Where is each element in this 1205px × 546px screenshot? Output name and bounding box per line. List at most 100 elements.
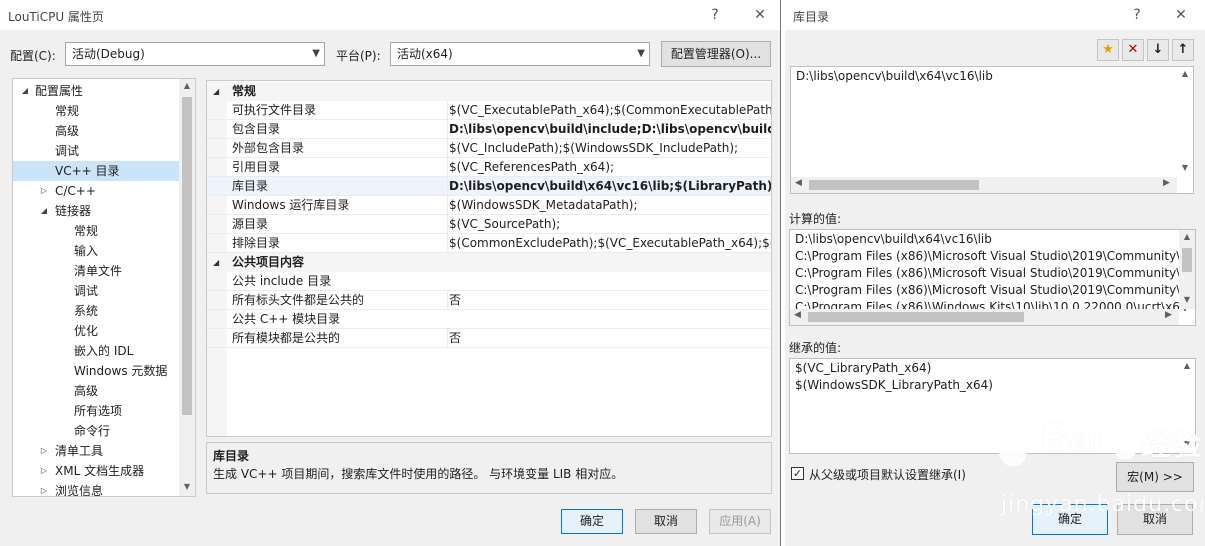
tree-scroll-thumb[interactable] <box>182 97 192 415</box>
new-folder-icon[interactable]: ★ <box>1097 39 1119 61</box>
grid-row-value[interactable]: $(VC_ReferencesPath_x64); <box>447 158 771 177</box>
chevron-right-icon[interactable]: ▶ <box>1163 178 1170 188</box>
tree-item[interactable]: ▷ XML 文档生成器 <box>13 461 179 481</box>
chevron-left-icon[interactable]: ◀ <box>795 178 802 188</box>
chevron-right-icon[interactable]: ▶ <box>1165 310 1172 320</box>
close-icon[interactable]: ✕ <box>748 5 772 25</box>
grid-row-value[interactable]: $(WindowsSDK_MetadataPath); <box>447 196 771 215</box>
entries-hscroll-thumb[interactable] <box>809 180 979 190</box>
grid-row[interactable]: 排除目录 $(CommonExcludePath);$(VC_Executable… <box>207 234 771 253</box>
tree-linker-item[interactable]: 系统 <box>13 301 179 321</box>
property-grid: ◢ 常规 可执行文件目录 $(VC_ExecutablePath_x64);$(Com… <box>206 80 772 437</box>
apply-button[interactable]: 应用(A) <box>709 509 771 534</box>
grid-row[interactable]: 包含目录 D:\libs\opencv\build\include;D:\libs… <box>207 120 771 139</box>
tree-scrollbar[interactable]: ▲ ▼ <box>179 79 195 496</box>
grid-row[interactable]: 所有标头文件都是公共的 否 <box>207 291 771 310</box>
tree-linker-item[interactable]: 优化 <box>13 321 179 341</box>
chevron-down-icon[interactable]: ▼ <box>1177 163 1193 172</box>
tree-linker-item[interactable]: 调试 <box>13 281 179 301</box>
grid-row-value[interactable]: D:\libs\opencv\build\x64\vc16\lib;$(Libr… <box>447 177 771 196</box>
collapse-arrow-icon[interactable]: ◢ <box>213 82 219 101</box>
tree-item-label: VC++ 目录 <box>55 164 120 178</box>
grid-row[interactable]: 公共 include 目录 <box>207 272 771 291</box>
tree-item-label: 清单工具 <box>55 444 104 458</box>
delete-icon[interactable]: ✕ <box>1122 39 1144 61</box>
tree-item[interactable]: 高级 <box>13 121 179 141</box>
grid-row-value[interactable]: 否 <box>447 329 771 348</box>
cancel-button[interactable]: 取消 <box>635 509 697 534</box>
grid-row-value[interactable]: $(VC_ExecutablePath_x64);$(CommonExecuta… <box>447 101 771 120</box>
config-select[interactable]: 活动(Debug) ▼ <box>65 42 325 66</box>
grid-row-name: Windows 运行库目录 <box>232 198 350 212</box>
help-icon[interactable]: ? <box>703 5 727 25</box>
tree-item[interactable]: ▷ 浏览信息 <box>13 481 179 496</box>
grid-row[interactable]: 引用目录 $(VC_ReferencesPath_x64); <box>207 158 771 177</box>
tree-item[interactable]: 调试 <box>13 141 179 161</box>
inherit-checkbox[interactable]: ✓ <box>791 467 804 480</box>
ok-button[interactable]: 确定 <box>561 509 623 534</box>
grid-row-value[interactable]: D:\libs\opencv\build\include;D:\libs\ope… <box>447 120 771 139</box>
move-down-icon[interactable]: ↓ <box>1147 39 1169 61</box>
grid-row[interactable]: 源目录 $(VC_SourcePath); <box>207 215 771 234</box>
expand-arrow-icon[interactable]: ▷ <box>38 441 50 461</box>
tree-item[interactable]: ▷ C/C++ <box>13 181 179 201</box>
chevron-up-icon[interactable]: ▲ <box>1179 361 1195 370</box>
grid-row[interactable]: 可执行文件目录 $(VC_ExecutablePath_x64);$(Common… <box>207 101 771 120</box>
grid-row[interactable]: 所有模块都是公共的 否 <box>207 329 771 348</box>
close-icon[interactable]: ✕ <box>1169 5 1193 25</box>
chevron-up-icon[interactable]: ▲ <box>179 81 195 90</box>
computed-hscroll-thumb[interactable] <box>808 312 1024 322</box>
grid-row[interactable]: 公共 C++ 模块目录 <box>207 310 771 329</box>
expand-arrow-icon[interactable]: ▷ <box>38 461 50 481</box>
tree-linker-item[interactable]: 所有选项 <box>13 401 179 421</box>
entries-hscroll[interactable]: ◀ ▶ <box>791 177 1177 193</box>
move-up-icon[interactable]: ↑ <box>1172 39 1194 61</box>
tree-linker-item[interactable]: Windows 元数据 <box>13 361 179 381</box>
chevron-up-icon[interactable]: ▲ <box>1179 232 1195 241</box>
tree-linker-item[interactable]: 高级 <box>13 381 179 401</box>
chevron-down-icon[interactable]: ▼ <box>1179 295 1195 304</box>
platform-select[interactable]: 活动(x64) ▼ <box>390 42 650 66</box>
expand-arrow-icon[interactable]: ▷ <box>38 181 50 201</box>
tree-item-label: 所有选项 <box>74 404 123 418</box>
platform-select-value: 活动(x64) <box>397 47 453 61</box>
tree-item-label: XML 文档生成器 <box>55 464 145 478</box>
grid-row[interactable]: 外部包含目录 $(VC_IncludePath);$(WindowsSDK_Inc… <box>207 139 771 158</box>
collapse-arrow-icon[interactable]: ◢ <box>38 201 50 221</box>
entries-box[interactable]: D:\libs\opencv\build\x64\vc16\lib ▲ ▼ ◀ … <box>790 66 1194 194</box>
tree-linker-item[interactable]: 输入 <box>13 241 179 261</box>
grid-row-value[interactable]: $(CommonExcludePath);$(VC_ExecutablePath… <box>447 234 771 253</box>
grid-category[interactable]: ◢ 公共项目内容 <box>207 253 771 272</box>
computed-vscroll-thumb[interactable] <box>1182 248 1192 272</box>
tree-item[interactable]: ◢ 链接器 <box>13 201 179 221</box>
tree-linker-item[interactable]: 清单文件 <box>13 261 179 281</box>
expand-arrow-icon[interactable]: ▷ <box>38 481 50 496</box>
entries-vscroll[interactable]: ▲ ▼ <box>1177 67 1193 177</box>
computed-hscroll[interactable]: ◀ ▶ <box>790 309 1179 325</box>
grid-category[interactable]: ◢ 常规 <box>207 82 771 101</box>
collapse-arrow-icon[interactable]: ◢ <box>213 253 219 272</box>
grid-row-name: 源目录 <box>232 217 269 231</box>
tree-item[interactable]: ▷ 清单工具 <box>13 441 179 461</box>
lib-titlebar: 库目录 ? ✕ <box>785 0 1205 30</box>
chevron-down-icon[interactable]: ▼ <box>179 482 195 491</box>
grid-row-value[interactable]: 否 <box>447 291 771 310</box>
config-manager-button[interactable]: 配置管理器(O)... <box>661 41 771 67</box>
tree-root[interactable]: ◢ 配置属性 <box>13 81 179 101</box>
tree-linker-item[interactable]: 命令行 <box>13 421 179 441</box>
chevron-left-icon[interactable]: ◀ <box>794 310 801 320</box>
tree-item[interactable]: VC++ 目录 <box>13 161 179 181</box>
grid-row-value[interactable]: $(VC_IncludePath);$(WindowsSDK_IncludePa… <box>447 139 771 158</box>
grid-row[interactable]: 库目录 D:\libs\opencv\build\x64\vc16\lib;$(L… <box>207 177 771 196</box>
help-icon[interactable]: ? <box>1125 5 1149 25</box>
grid-row-value[interactable]: $(VC_SourcePath); <box>447 215 771 234</box>
grid-row[interactable]: Windows 运行库目录 $(WindowsSDK_MetadataPath); <box>207 196 771 215</box>
library-entry[interactable]: D:\libs\opencv\build\x64\vc16\lib <box>796 69 993 83</box>
tree-linker-item[interactable]: 嵌入的 IDL <box>13 341 179 361</box>
tree-linker-item[interactable]: 常规 <box>13 221 179 241</box>
collapse-arrow-icon[interactable]: ◢ <box>19 81 31 101</box>
tree-item-label: 调试 <box>55 144 80 158</box>
computed-vscroll[interactable]: ▲ ▼ <box>1179 230 1195 309</box>
tree-item[interactable]: 常规 <box>13 101 179 121</box>
chevron-up-icon[interactable]: ▲ <box>1177 69 1193 78</box>
